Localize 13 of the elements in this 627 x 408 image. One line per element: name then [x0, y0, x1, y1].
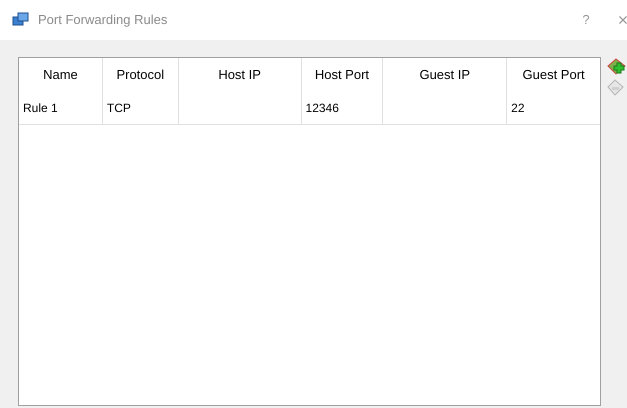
- window-title: Port Forwarding Rules: [38, 11, 168, 30]
- table-cell: TCP: [102, 91, 179, 124]
- table-cell-text: 22: [510, 100, 526, 116]
- column-header[interactable]: Host IP: [178, 58, 302, 91]
- column-header[interactable]: Host Port: [302, 58, 384, 91]
- column-header[interactable]: Name: [19, 58, 103, 91]
- column-header[interactable]: Guest IP: [383, 58, 508, 91]
- add-rule-icon[interactable]: [607, 57, 627, 77]
- column-header[interactable]: Protocol: [102, 58, 179, 91]
- network-icon: [12, 12, 30, 28]
- column-header[interactable]: Guest Port: [507, 58, 600, 91]
- table-cell: Rule 1: [19, 91, 103, 124]
- table-cell: 12346: [302, 91, 384, 124]
